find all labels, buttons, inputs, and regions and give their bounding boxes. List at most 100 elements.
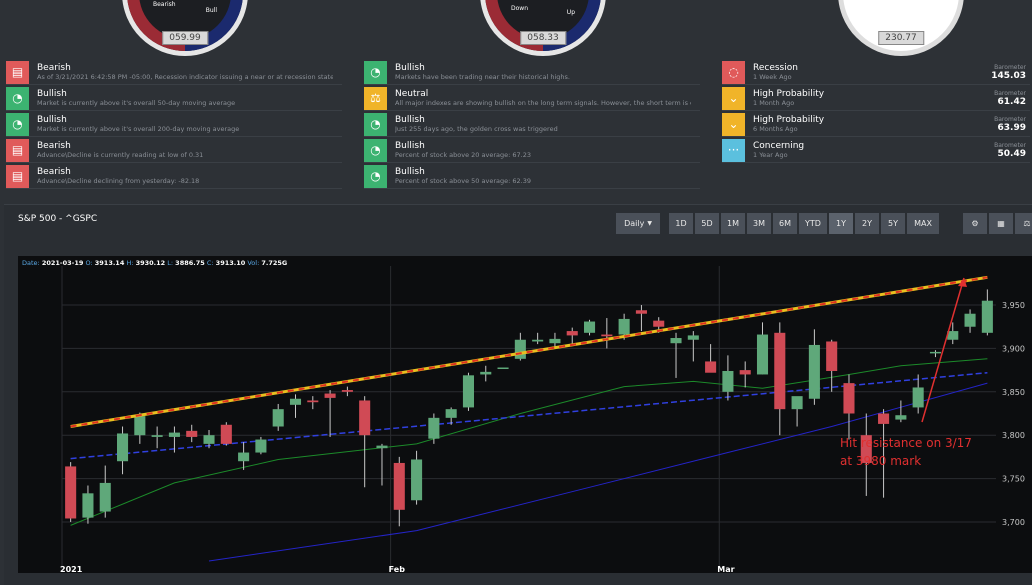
candle-body bbox=[653, 320, 665, 327]
annotation-line-2: at 3980 mark bbox=[840, 454, 922, 468]
y-tick-label: 3,900 bbox=[1002, 344, 1025, 353]
balance-scale-icon: ⚖ bbox=[1023, 219, 1031, 228]
gauge-icon: ◔ bbox=[364, 164, 387, 188]
signal-description: 1 Week Ago bbox=[753, 73, 792, 81]
settings-button[interactable]: ⚙ bbox=[963, 213, 987, 234]
signal-title: Bullish bbox=[395, 141, 425, 151]
candle-body bbox=[895, 415, 907, 420]
candle-body bbox=[359, 400, 371, 436]
signal-description: 6 Months Ago bbox=[753, 125, 798, 133]
candle-body bbox=[549, 338, 561, 344]
barometer-label: Barometer bbox=[994, 115, 1026, 123]
signal-description: Advance\Decline declining from yesterday… bbox=[37, 177, 200, 185]
signal-title: Bullish bbox=[37, 115, 67, 125]
candle-body bbox=[808, 344, 820, 399]
signal-title: Concerning bbox=[753, 141, 805, 151]
candle-body bbox=[134, 416, 146, 436]
range-button-max[interactable]: MAX bbox=[907, 213, 939, 234]
interval-dropdown[interactable]: Daily ▼ bbox=[616, 213, 660, 234]
signal-title: Bullish bbox=[37, 89, 67, 99]
candle-body bbox=[186, 430, 198, 437]
range-button-ytd[interactable]: YTD bbox=[799, 213, 827, 234]
compare-button[interactable]: ⚖ bbox=[1015, 213, 1032, 234]
signal-row[interactable]: ⌄ High Probability 6 Months Ago Barometer 63… bbox=[722, 112, 1030, 136]
row-divider bbox=[364, 110, 700, 111]
signal-description: Percent of stock above 50 average: 62.39 bbox=[395, 177, 531, 185]
candle-body bbox=[722, 370, 734, 392]
row-divider bbox=[722, 84, 1030, 85]
signal-row[interactable]: ◌ Recession 1 Week Ago Barometer 145.03 bbox=[722, 60, 1030, 84]
candle-body bbox=[82, 493, 94, 518]
signal-description: 1 Year Ago bbox=[753, 151, 788, 159]
row-divider bbox=[6, 136, 342, 137]
candle-body bbox=[428, 417, 440, 439]
range-button-1m[interactable]: 1M bbox=[721, 213, 745, 234]
barometer: Barometer 50.49 bbox=[994, 142, 1026, 159]
x-tick-label: Feb bbox=[389, 565, 406, 573]
gauge-icon: ◔ bbox=[6, 112, 29, 136]
range-button-1d[interactable]: 1D bbox=[669, 213, 693, 234]
range-button-2y[interactable]: 2Y bbox=[855, 213, 879, 234]
signal-description: Advance\Decline is currently reading at … bbox=[37, 151, 204, 159]
barometer-value: 61.42 bbox=[997, 96, 1026, 107]
y-tick-label: 3,950 bbox=[1002, 301, 1025, 310]
gauge-icon: ◔ bbox=[364, 112, 387, 136]
signal-row[interactable]: ◔ Bullish Markets have been trading near t… bbox=[364, 60, 700, 84]
row-divider bbox=[6, 110, 342, 111]
candle-body bbox=[238, 452, 250, 462]
signal-row[interactable]: ▤ Bearish Advance\Decline is currently rea… bbox=[6, 138, 342, 162]
range-button-5y[interactable]: 5Y bbox=[881, 213, 905, 234]
barometer-label: Barometer bbox=[994, 89, 1026, 97]
chart-title: S&P 500 - ^GSPC bbox=[18, 214, 98, 224]
candle-body bbox=[601, 334, 613, 337]
signal-row[interactable]: ⚖ Neutral All major indexes are showing bu… bbox=[364, 86, 700, 110]
barometer-label: Barometer bbox=[994, 63, 1026, 71]
signal-row[interactable]: ⌄ High Probability 1 Month Ago Barometer 61.… bbox=[722, 86, 1030, 110]
signal-row[interactable]: ▤ Bearish As of 3/21/2021 6:42:58 PM -05:0… bbox=[6, 60, 342, 84]
signal-row[interactable]: ◔ Bullish Percent of stock above 50 averag… bbox=[364, 164, 700, 188]
candle-body bbox=[376, 445, 388, 449]
barometer: Barometer 63.99 bbox=[994, 116, 1026, 133]
annotation-line-1: Hit resistance on 3/17 bbox=[840, 436, 972, 450]
candle-body bbox=[774, 332, 786, 410]
signal-row[interactable]: ▤ Bearish Advance\Decline declining from y… bbox=[6, 164, 342, 188]
candle-body bbox=[635, 310, 647, 314]
candle-body bbox=[756, 334, 769, 375]
candle-body bbox=[445, 409, 457, 418]
y-tick-label: 3,850 bbox=[1002, 388, 1025, 397]
signal-row[interactable]: ◔ Bullish Percent of stock above 20 averag… bbox=[364, 138, 700, 162]
calculator-button[interactable]: ▦ bbox=[989, 213, 1013, 234]
signal-row[interactable]: ◔ Bullish Market is currently above it's o… bbox=[6, 112, 342, 136]
candle-body bbox=[324, 393, 336, 398]
signal-title: High Probability bbox=[753, 89, 825, 99]
up-down-gauge: Down Up 058.33 bbox=[480, 0, 606, 56]
row-divider bbox=[6, 188, 342, 189]
range-button-6m[interactable]: 6M bbox=[773, 213, 797, 234]
candle-body bbox=[393, 462, 405, 510]
candle-body bbox=[878, 413, 890, 424]
resistance-annotation: Hit resistance on 3/17 at 3980 mark bbox=[840, 434, 972, 470]
barometer: Barometer 145.03 bbox=[991, 64, 1026, 81]
candle-body bbox=[117, 433, 129, 462]
candle-body bbox=[584, 321, 596, 333]
signal-description: Percent of stock above 20 average: 67.23 bbox=[395, 151, 531, 159]
signal-row[interactable]: ◔ Bullish Market is currently above it's o… bbox=[6, 86, 342, 110]
range-button-5d[interactable]: 5D bbox=[695, 213, 719, 234]
candle-body bbox=[514, 339, 526, 359]
signal-row[interactable]: ··· Concerning 1 Year Ago Barometer 50.49 bbox=[722, 138, 1030, 162]
barometer-gauge: 230.77 bbox=[838, 0, 964, 56]
signal-title: Bearish bbox=[37, 63, 71, 73]
barometer-label: Barometer bbox=[994, 141, 1026, 149]
range-button-1y[interactable]: 1Y bbox=[829, 213, 853, 234]
signal-title: Neutral bbox=[395, 89, 429, 99]
gauge-icon: ◔ bbox=[6, 86, 29, 110]
candle-body bbox=[705, 361, 717, 373]
barometer-value: 145.03 bbox=[991, 70, 1026, 81]
candle-body bbox=[255, 439, 267, 453]
candle-body bbox=[99, 482, 111, 512]
candlestick-chart[interactable]: Date: 2021-03-19 O: 3913.14 H: 3930.12 L… bbox=[18, 256, 1032, 573]
row-divider bbox=[6, 162, 342, 163]
range-button-3m[interactable]: 3M bbox=[747, 213, 771, 234]
signal-row[interactable]: ◔ Bullish Just 255 days ago, the golden cr… bbox=[364, 112, 700, 136]
barometer: Barometer 61.42 bbox=[994, 90, 1026, 107]
